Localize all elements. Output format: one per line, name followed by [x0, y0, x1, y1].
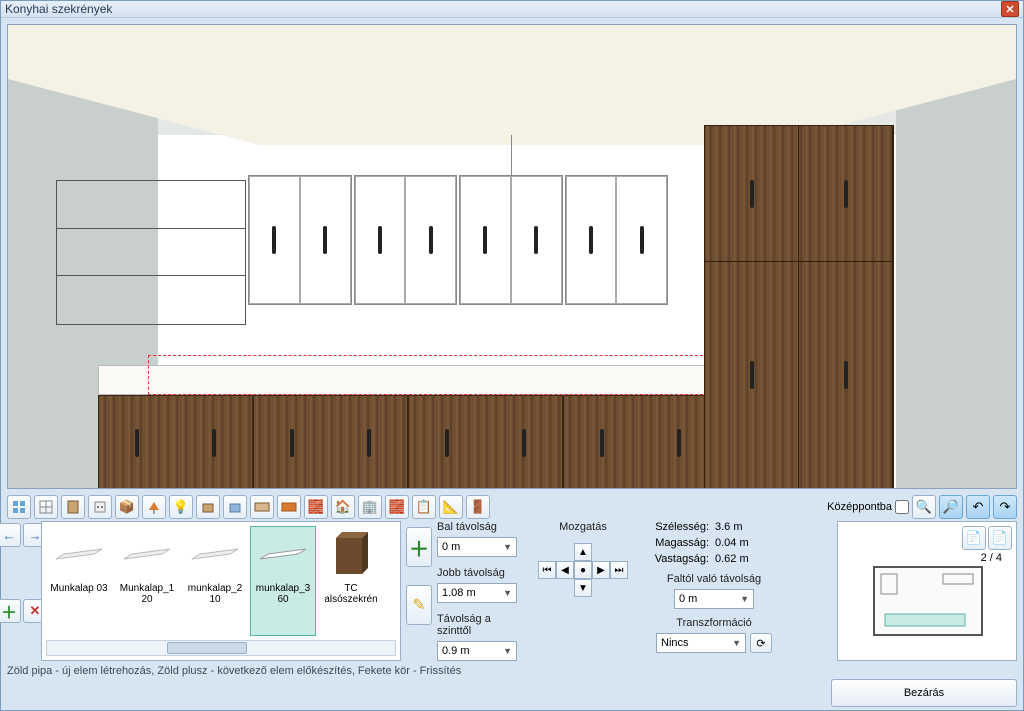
app-window: Konyhai szekrények ✕ — [0, 0, 1024, 711]
preview-panel: 📄 📄 2 / 4 — [837, 521, 1017, 661]
tool-building-icon[interactable]: 🏢 — [358, 495, 382, 519]
redo-icon[interactable]: ↷ — [993, 495, 1017, 519]
preview-prev-icon[interactable]: 📄 — [962, 526, 986, 550]
nav-column: ← → ＋ ✕ — [7, 521, 37, 661]
tool-ceiling-lamp-icon[interactable]: 💡 — [169, 495, 193, 519]
vastagsag-label: Vastagság: — [639, 553, 709, 565]
3d-viewport[interactable] — [7, 24, 1017, 489]
bal-tavolsag-label: Bal távolság — [437, 521, 527, 533]
dpad-left[interactable]: ◀ — [556, 561, 574, 579]
nav-prev-button[interactable]: ← — [0, 523, 21, 547]
dpad: ▲ ⏮◀●▶⏭ ▼ — [538, 543, 628, 597]
dpad-down[interactable]: ▼ — [574, 579, 592, 597]
gallery-item-selected[interactable]: munkalap_360 — [250, 526, 316, 636]
window-close-button[interactable]: ✕ — [1001, 1, 1019, 17]
tool-wall-icon[interactable]: 🧱 — [385, 495, 409, 519]
tool-door-icon[interactable] — [61, 495, 85, 519]
transzf-combo[interactable]: Nincs▼ — [656, 633, 746, 653]
tool-panel1-icon[interactable] — [250, 495, 274, 519]
gallery-item[interactable]: Munkalap 03 — [46, 526, 112, 636]
tool-lamp-icon[interactable] — [142, 495, 166, 519]
window-title: Konyhai szekrények — [5, 2, 1001, 16]
tool-grid-icon[interactable] — [7, 495, 31, 519]
gallery-scrollbar[interactable] — [46, 640, 396, 656]
tool-box-icon[interactable]: 📦 — [115, 495, 139, 519]
edit-button[interactable]: ✎ — [406, 585, 432, 625]
item-gallery: Munkalap 03 Munkalap_120 munkalap_210 mu… — [41, 521, 401, 661]
gallery-item[interactable]: Munkalap_120 — [114, 526, 180, 636]
titlebar: Konyhai szekrények ✕ — [1, 1, 1023, 18]
tav-szinttol-label: Távolság a szinttől — [437, 613, 527, 637]
edit-column: ＋ ✎ — [405, 521, 433, 661]
tool-stairs-icon[interactable]: 📐 — [439, 495, 463, 519]
jobb-tavolsag-combo[interactable]: 1.08 m▼ — [437, 583, 517, 603]
faltol-combo[interactable]: 0 m▼ — [674, 589, 754, 609]
dpad-first[interactable]: ⏮ — [538, 561, 556, 579]
properties-panel: Bal távolság 0 m▼ Jobb távolság 1.08 m▼ … — [437, 521, 833, 661]
add-item-button[interactable]: ＋ — [0, 599, 21, 623]
selection-outline — [148, 355, 708, 395]
lower-panel: ← → ＋ ✕ Munkalap 03 Munkalap_120 — [7, 521, 1017, 661]
tool-house-icon[interactable]: 🏠 — [331, 495, 355, 519]
refresh-button[interactable]: ⟳ — [750, 633, 772, 653]
tool-window-icon[interactable] — [34, 495, 58, 519]
pager-label: 2 / 4 — [981, 552, 1002, 564]
dpad-center[interactable]: ● — [574, 561, 592, 579]
jobb-tavolsag-label: Jobb távolság — [437, 567, 527, 579]
floorplan-thumb[interactable] — [873, 566, 983, 636]
gallery-item[interactable]: TC alsószekrén — [318, 526, 384, 636]
status-bar: Zöld pipa - új elem létrehozás, Zöld plu… — [7, 665, 1017, 677]
close-button[interactable]: Bezárás — [831, 679, 1017, 707]
tool-door2-icon[interactable]: 🚪 — [466, 495, 490, 519]
right-wall — [896, 65, 1016, 488]
szelesseg-label: Szélesség: — [639, 521, 709, 533]
tool-clipboard-icon[interactable]: 📋 — [412, 495, 436, 519]
magassag-value: 0.04 m — [715, 537, 749, 549]
tool-cube1-icon[interactable] — [196, 495, 220, 519]
magassag-label: Magasság: — [639, 537, 709, 549]
szelesseg-value: 3.6 m — [715, 521, 743, 533]
center-checkbox[interactable] — [895, 500, 909, 514]
open-shelf-unit — [56, 180, 246, 325]
base-cabinets — [98, 395, 718, 489]
upper-cabinets — [248, 175, 668, 305]
tav-szinttol-combo[interactable]: 0.9 m▼ — [437, 641, 517, 661]
transzf-label: Transzformáció — [639, 617, 789, 629]
bal-tavolsag-combo[interactable]: 0 m▼ — [437, 537, 517, 557]
tall-cabinet — [704, 125, 894, 489]
zoom-in-icon[interactable]: 🔎 — [939, 495, 963, 519]
mozgatas-label: Mozgatás — [559, 521, 607, 533]
status-text: Zöld pipa - új elem létrehozás, Zöld plu… — [7, 665, 461, 677]
toolbar: 📦 💡 🧱 🏠 🏢 🧱 📋 📐 🚪 Középpontba 🔍 🔎 ↶ ↷ — [7, 495, 1017, 519]
center-label: Középpontba — [827, 501, 892, 513]
preview-next-icon[interactable]: 📄 — [988, 526, 1012, 550]
vastagsag-value: 0.62 m — [715, 553, 749, 565]
tool-panel2-icon[interactable] — [277, 495, 301, 519]
zoom-out-icon[interactable]: 🔍 — [912, 495, 936, 519]
tool-cube2-icon[interactable] — [223, 495, 247, 519]
dpad-right[interactable]: ▶ — [592, 561, 610, 579]
add-new-button[interactable]: ＋ — [406, 527, 432, 567]
footer: Bezárás — [7, 679, 1017, 707]
faltol-label: Faltól való távolság — [639, 573, 789, 585]
tool-misc1-icon[interactable]: 🧱 — [304, 495, 328, 519]
dpad-last[interactable]: ⏭ — [610, 561, 628, 579]
gallery-item[interactable]: munkalap_210 — [182, 526, 248, 636]
tool-socket-icon[interactable] — [88, 495, 112, 519]
dpad-up[interactable]: ▲ — [574, 543, 592, 561]
undo-icon[interactable]: ↶ — [966, 495, 990, 519]
